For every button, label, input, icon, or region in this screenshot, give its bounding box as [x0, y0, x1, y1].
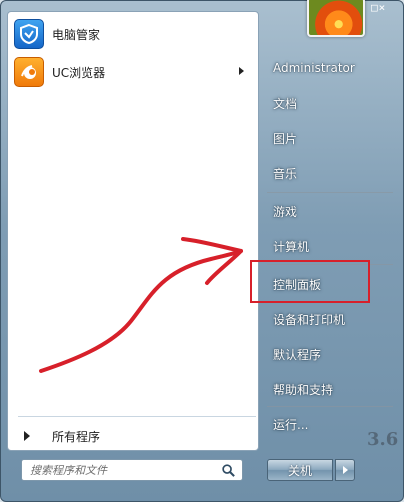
right-item-games[interactable]: 游戏: [263, 196, 397, 226]
shutdown-label: 关机: [287, 463, 312, 478]
user-name: Administrator: [273, 61, 355, 75]
right-item-help-support[interactable]: 帮助和支持: [263, 374, 397, 404]
right-item-label: 文档: [273, 96, 298, 111]
window-control-glyph: □×: [371, 1, 387, 14]
right-item-label: 运行...: [273, 417, 309, 432]
right-item-label: 设备和打印机: [273, 312, 346, 327]
start-menu: 电脑管家 UC浏览器 所有程序 □×: [0, 0, 404, 502]
right-item-pictures[interactable]: 图片: [263, 123, 397, 153]
search-input[interactable]: [22, 460, 212, 480]
right-item-label: 图片: [273, 131, 298, 146]
watermark-text: 3.6: [367, 429, 399, 450]
search-box[interactable]: [21, 459, 243, 481]
triangle-right-icon: [342, 466, 348, 474]
program-item-pc-manager[interactable]: 电脑管家: [8, 16, 258, 52]
right-item-label: 计算机: [273, 239, 310, 254]
program-label: 电脑管家: [52, 27, 101, 42]
programs-pane: 电脑管家 UC浏览器 所有程序: [7, 11, 259, 451]
right-item-devices-printers[interactable]: 设备和打印机: [263, 304, 397, 334]
right-item-label: 游戏: [273, 204, 298, 219]
separator: [267, 192, 393, 193]
right-item-music[interactable]: 音乐: [263, 158, 397, 188]
separator: [18, 416, 256, 417]
all-programs-label: 所有程序: [52, 429, 101, 444]
right-item-default-programs[interactable]: 默认程序: [263, 339, 397, 369]
separator: [267, 406, 393, 407]
annotation-highlight-box: [250, 260, 370, 303]
user-folder-link[interactable]: Administrator: [263, 53, 397, 83]
right-item-documents[interactable]: 文档: [263, 88, 397, 118]
magnifier-icon[interactable]: [221, 463, 236, 478]
right-item-label: 帮助和支持: [273, 382, 334, 397]
program-item-uc-browser[interactable]: UC浏览器: [8, 54, 258, 90]
user-avatar[interactable]: [307, 0, 365, 37]
all-programs-button[interactable]: 所有程序: [18, 424, 256, 448]
submenu-arrow-icon[interactable]: [239, 67, 244, 75]
tencent-pc-manager-icon: [14, 19, 44, 49]
right-item-label: 音乐: [273, 166, 298, 181]
right-item-label: 默认程序: [273, 347, 322, 362]
right-item-computer[interactable]: 计算机: [263, 231, 397, 261]
shutdown-button[interactable]: 关机: [267, 459, 333, 481]
shutdown-options-button[interactable]: [335, 459, 355, 481]
uc-browser-icon: [14, 57, 44, 87]
triangle-right-icon: [24, 431, 30, 441]
program-label: UC浏览器: [52, 65, 106, 80]
